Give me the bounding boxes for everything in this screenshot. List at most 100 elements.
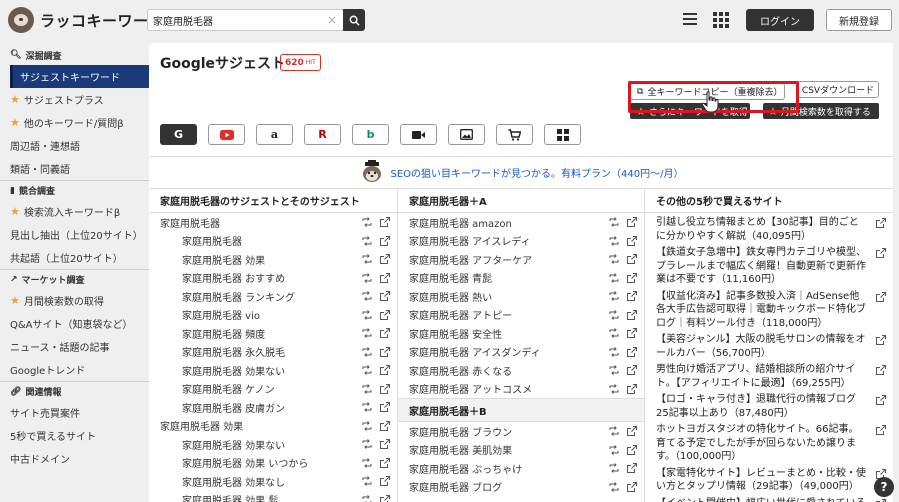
- sidebar-item-search-volume[interactable]: ★ 月間検索数の取得: [0, 289, 149, 312]
- retweet-icon[interactable]: [609, 346, 619, 357]
- sidebar-item-headings[interactable]: 見出し抽出（上位20サイト）: [0, 223, 149, 246]
- sidebar-item-5sec-sites[interactable]: 5秒で買えるサイト: [0, 424, 149, 447]
- tab-bing[interactable]: b: [352, 124, 389, 145]
- get-search-volume-button[interactable]: ★ 月間検索数を取得する: [763, 103, 879, 119]
- external-link-icon[interactable]: [380, 309, 390, 320]
- external-link-icon[interactable]: [627, 309, 637, 320]
- get-more-keywords-button[interactable]: ★ さらにキーワードを取得: [630, 103, 750, 119]
- site-listing[interactable]: 【鉄道女子急増中】鉄女専門カテゴリや模型、プラレールまで幅広く網羅！自動更新で更…: [645, 243, 893, 287]
- external-link-icon[interactable]: [380, 217, 390, 228]
- retweet-icon[interactable]: [609, 217, 619, 228]
- external-link-icon[interactable]: [876, 425, 886, 464]
- apps-grid-icon[interactable]: [713, 12, 729, 28]
- retweet-icon[interactable]: [362, 476, 372, 487]
- list-item[interactable]: 家庭用脱毛器 効果 いつから: [149, 454, 397, 473]
- external-link-icon[interactable]: [627, 346, 637, 357]
- list-item[interactable]: 家庭用脱毛器 vio: [149, 306, 397, 325]
- list-item[interactable]: 家庭用脱毛器 ブラウン: [398, 422, 644, 441]
- external-link-icon[interactable]: [876, 395, 886, 420]
- list-item[interactable]: 家庭用脱毛器 皮膚ガン: [149, 398, 397, 417]
- tab-google[interactable]: G: [160, 124, 197, 145]
- retweet-icon[interactable]: [362, 439, 372, 450]
- retweet-icon[interactable]: [609, 272, 619, 283]
- external-link-icon[interactable]: [876, 218, 886, 243]
- list-item[interactable]: 家庭用脱毛器 効果 髭: [149, 491, 397, 502]
- list-item[interactable]: 家庭用脱毛器 永久脱毛: [149, 343, 397, 362]
- list-item[interactable]: 家庭用脱毛器 頻度: [149, 324, 397, 343]
- list-item[interactable]: 家庭用脱毛器 美肌効果: [398, 441, 644, 460]
- external-link-icon[interactable]: [627, 217, 637, 228]
- list-item[interactable]: 家庭用脱毛器 アイスレディ: [398, 232, 644, 251]
- retweet-icon[interactable]: [609, 426, 619, 437]
- list-item[interactable]: 家庭用脱毛器 ブログ: [398, 478, 644, 497]
- list-item[interactable]: 家庭用脱毛器 ランキング: [149, 287, 397, 306]
- tab-video[interactable]: [400, 124, 437, 145]
- retweet-icon[interactable]: [609, 328, 619, 339]
- site-listing[interactable]: 【イベント開催中】幅広い世代に愛されているドラマ: [645, 494, 893, 502]
- external-link-icon[interactable]: [627, 463, 637, 474]
- tab-youtube[interactable]: [208, 124, 245, 145]
- sidebar-item-synonyms[interactable]: 類語・同義語: [0, 157, 149, 180]
- sidebar-item-used-domains[interactable]: 中古ドメイン: [0, 447, 149, 470]
- tab-all[interactable]: [544, 124, 581, 145]
- external-link-icon[interactable]: [380, 494, 390, 502]
- list-item[interactable]: 家庭用脱毛器 amazon: [398, 213, 644, 232]
- sidebar-item-site-sales[interactable]: サイト売買案件: [0, 401, 149, 424]
- retweet-icon[interactable]: [362, 309, 372, 320]
- external-link-icon[interactable]: [627, 328, 637, 339]
- sidebar-item-news[interactable]: ニュース・話題の記事: [0, 335, 149, 358]
- site-listing[interactable]: ホットヨガスタジオの特化サイト。66記事。育てる予定でしたが手が回らないため譲り…: [645, 420, 893, 464]
- external-link-icon[interactable]: [876, 335, 886, 360]
- promo-banner[interactable]: SEOの狙い目キーワードが見つかる。有料プラン（440円〜/月）: [149, 156, 893, 188]
- site-listing[interactable]: 【収益化済み】記事多数投入済｜AdSense他各大手広告認可取得｜電動キックボー…: [645, 287, 893, 331]
- external-link-icon[interactable]: [627, 383, 637, 394]
- external-link-icon[interactable]: [627, 365, 637, 376]
- external-link-icon[interactable]: [380, 291, 390, 302]
- list-item[interactable]: 家庭用脱毛器 青髭: [398, 269, 644, 288]
- tab-image[interactable]: [448, 124, 485, 145]
- external-link-icon[interactable]: [876, 365, 886, 390]
- external-link-icon[interactable]: [627, 272, 637, 283]
- retweet-icon[interactable]: [362, 365, 372, 376]
- retweet-icon[interactable]: [609, 383, 619, 394]
- retweet-icon[interactable]: [362, 346, 372, 357]
- sidebar-item-qa-sites[interactable]: Q&Aサイト（知恵袋など）: [0, 312, 149, 335]
- list-item[interactable]: 家庭用脱毛器 熱い: [398, 287, 644, 306]
- retweet-icon[interactable]: [609, 254, 619, 265]
- external-link-icon[interactable]: [380, 328, 390, 339]
- list-item[interactable]: 家庭用脱毛器: [149, 213, 397, 232]
- retweet-icon[interactable]: [362, 254, 372, 265]
- logo[interactable]: ラッコキーワード: [8, 7, 164, 33]
- list-item[interactable]: 家庭用脱毛器 効果ない: [149, 361, 397, 380]
- retweet-icon[interactable]: [609, 309, 619, 320]
- tab-shopping[interactable]: [496, 124, 533, 145]
- list-item[interactable]: 家庭用脱毛器 アトピー: [398, 306, 644, 325]
- external-link-icon[interactable]: [627, 444, 637, 455]
- external-link-icon[interactable]: [380, 346, 390, 357]
- site-listing[interactable]: 【美容ジャンル】大阪の脱毛サロンの情報をオールカバー（56,700円）: [645, 330, 893, 360]
- retweet-icon[interactable]: [362, 291, 372, 302]
- site-listing[interactable]: 【ロゴ・キャラ付き】退職代行の情報ブログ25記事以上あり（87,480円）: [645, 390, 893, 420]
- list-item[interactable]: 家庭用脱毛器 効果: [149, 417, 397, 436]
- retweet-icon[interactable]: [609, 463, 619, 474]
- external-link-icon[interactable]: [627, 235, 637, 246]
- retweet-icon[interactable]: [362, 457, 372, 468]
- search-input[interactable]: [153, 14, 323, 26]
- list-item[interactable]: 家庭用脱毛器 効果: [149, 250, 397, 269]
- external-link-icon[interactable]: [876, 498, 886, 502]
- list-item[interactable]: 家庭用脱毛器 安全性: [398, 324, 644, 343]
- external-link-icon[interactable]: [380, 235, 390, 246]
- sidebar-item-other-keywords[interactable]: ★ 他のキーワード/質問β: [0, 111, 149, 134]
- external-link-icon[interactable]: [380, 272, 390, 283]
- retweet-icon[interactable]: [362, 494, 372, 502]
- list-item[interactable]: 家庭用脱毛器 赤くなる: [398, 361, 644, 380]
- retweet-icon[interactable]: [362, 217, 372, 228]
- sidebar-item-suggest-plus[interactable]: ★ サジェストプラス: [0, 88, 149, 111]
- retweet-icon[interactable]: [362, 235, 372, 246]
- retweet-icon[interactable]: [362, 420, 372, 431]
- external-link-icon[interactable]: [627, 481, 637, 492]
- retweet-icon[interactable]: [609, 481, 619, 492]
- external-link-icon[interactable]: [627, 426, 637, 437]
- sidebar-item-suggest-keyword[interactable]: サジェストキーワード: [10, 65, 149, 88]
- sidebar-item-cooccurrence[interactable]: 共起語（上位20サイト）: [0, 246, 149, 269]
